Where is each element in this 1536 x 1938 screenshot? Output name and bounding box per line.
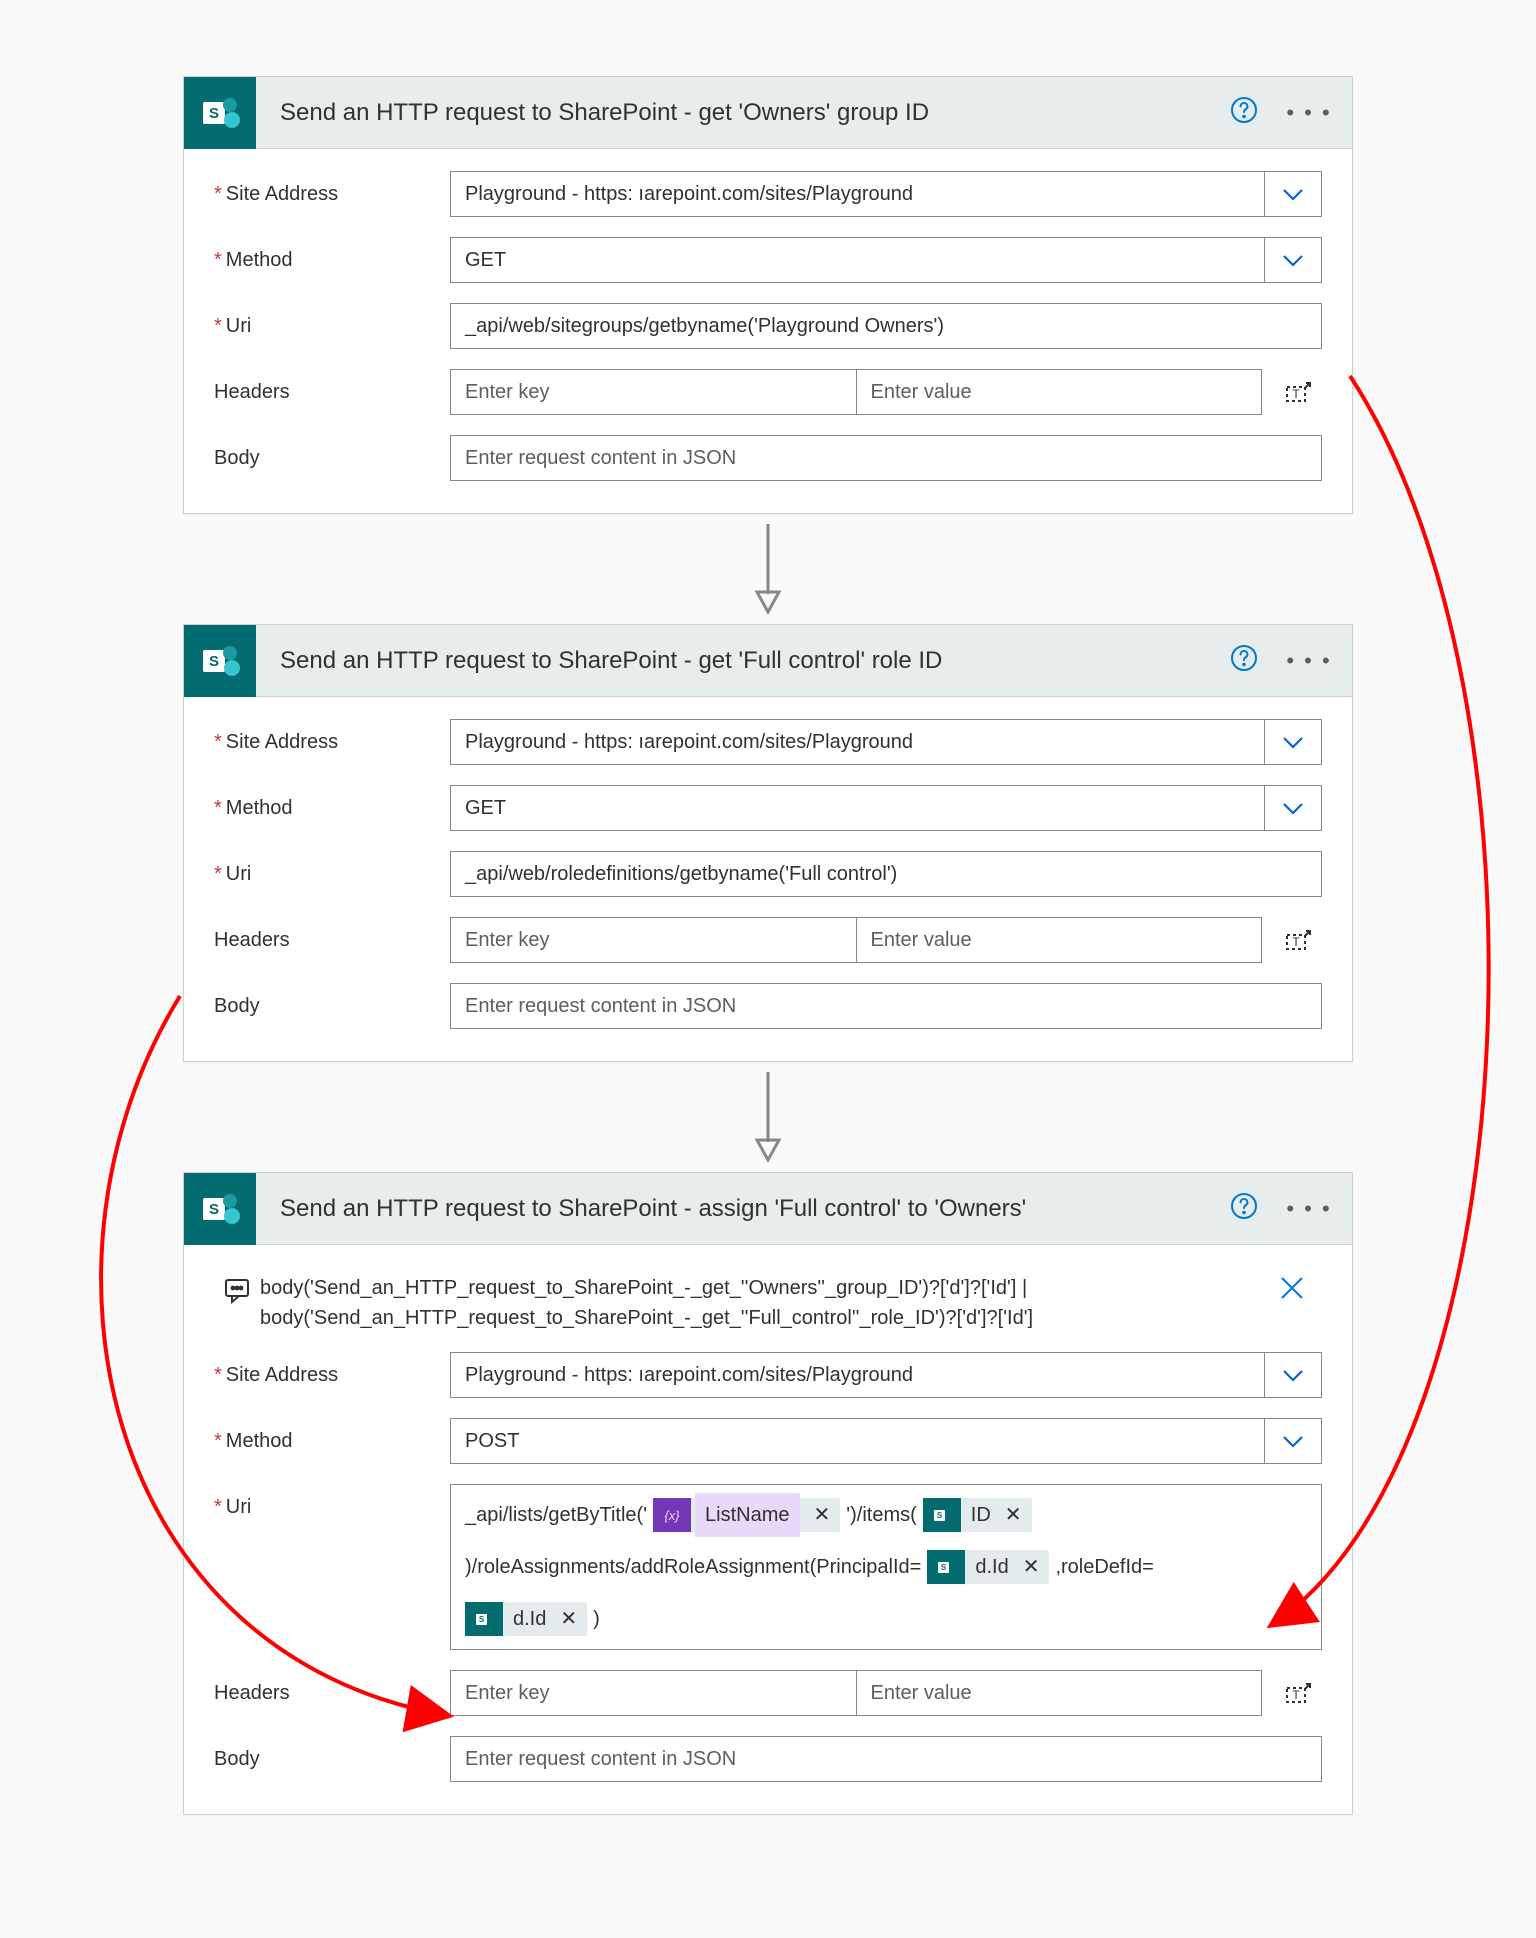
sharepoint-icon: S <box>465 1602 503 1636</box>
card-title: Send an HTTP request to SharePoint - ass… <box>256 1195 1230 1223</box>
method-dropdown[interactable]: GET <box>450 237 1264 283</box>
text-mode-toggle-icon[interactable]: T <box>1274 377 1322 407</box>
help-icon[interactable] <box>1230 96 1258 130</box>
card-title: Send an HTTP request to SharePoint - get… <box>256 99 1230 127</box>
help-icon[interactable] <box>1230 1192 1258 1226</box>
label-headers: Headers <box>214 381 450 404</box>
action-card-assign-full-control-to-owners[interactable]: S Send an HTTP request to SharePoint - a… <box>183 1172 1353 1815</box>
connector-arrow-icon <box>748 1072 788 1162</box>
label-site-address: *Site Address <box>214 1364 450 1387</box>
uri-input[interactable]: _api/lists/getByTitle(' {x} ListName ✕ '… <box>450 1484 1322 1650</box>
chevron-down-icon[interactable] <box>1264 171 1322 217</box>
peek-line-2: body('Send_an_HTTP_request_to_SharePoint… <box>260 1303 1262 1333</box>
sharepoint-icon: S <box>184 625 256 697</box>
svg-text:T: T <box>1292 1688 1300 1702</box>
header-value-input[interactable]: Enter value <box>857 1670 1263 1716</box>
svg-text:S: S <box>479 1615 485 1624</box>
chevron-down-icon[interactable] <box>1264 1418 1322 1464</box>
chevron-down-icon[interactable] <box>1264 237 1322 283</box>
sharepoint-icon: S <box>927 1550 965 1584</box>
sharepoint-icon: S <box>923 1498 961 1532</box>
label-method: *Method <box>214 249 450 272</box>
body-input[interactable]: Enter request content in JSON <box>450 435 1322 481</box>
label-body: Body <box>214 447 450 470</box>
header-value-input[interactable]: Enter value <box>857 917 1263 963</box>
close-icon[interactable] <box>1262 1273 1322 1303</box>
label-headers: Headers <box>214 1682 450 1705</box>
text-mode-toggle-icon[interactable]: T <box>1274 925 1322 955</box>
sharepoint-icon: S <box>184 1173 256 1245</box>
label-uri: *Uri <box>214 1484 450 1519</box>
method-dropdown[interactable]: POST <box>450 1418 1264 1464</box>
label-method: *Method <box>214 797 450 820</box>
uri-input[interactable]: _api/web/roledefinitions/getbyname('Full… <box>450 851 1322 897</box>
svg-text:S: S <box>209 653 219 670</box>
action-card-get-owners-group-id[interactable]: S Send an HTTP request to SharePoint - g… <box>183 76 1353 514</box>
site-address-dropdown[interactable]: Playground - https: ıarepoint.com/sites/… <box>450 719 1264 765</box>
remove-token-icon[interactable]: ✕ <box>556 1601 581 1637</box>
header-value-input[interactable]: Enter value <box>857 369 1263 415</box>
comment-icon <box>214 1273 260 1305</box>
body-input[interactable]: Enter request content in JSON <box>450 1736 1322 1782</box>
label-uri: *Uri <box>214 863 450 886</box>
header-key-input[interactable]: Enter key <box>450 369 857 415</box>
token-d-id-roledef[interactable]: S d.Id ✕ <box>465 1602 587 1636</box>
header-key-input[interactable]: Enter key <box>450 917 857 963</box>
site-address-dropdown[interactable]: Playground - https: ıarepoint.com/sites/… <box>450 1352 1264 1398</box>
text-mode-toggle-icon[interactable]: T <box>1274 1678 1322 1708</box>
label-body: Body <box>214 1748 450 1771</box>
label-headers: Headers <box>214 929 450 952</box>
remove-token-icon[interactable]: ✕ <box>810 1497 835 1533</box>
body-input[interactable]: Enter request content in JSON <box>450 983 1322 1029</box>
svg-text:S: S <box>209 105 219 122</box>
label-body: Body <box>214 995 450 1018</box>
remove-token-icon[interactable]: ✕ <box>1019 1549 1044 1585</box>
chevron-down-icon[interactable] <box>1264 719 1322 765</box>
action-card-get-full-control-role-id[interactable]: S Send an HTTP request to SharePoint - g… <box>183 624 1353 1062</box>
label-uri: *Uri <box>214 315 450 338</box>
card-header[interactable]: S Send an HTTP request to SharePoint - g… <box>184 625 1352 697</box>
connector-arrow-icon <box>748 524 788 614</box>
more-menu-icon[interactable]: • • • <box>1286 100 1332 126</box>
label-site-address: *Site Address <box>214 731 450 754</box>
label-method: *Method <box>214 1430 450 1453</box>
uri-input[interactable]: _api/web/sitegroups/getbyname('Playgroun… <box>450 303 1322 349</box>
peek-code-row: body('Send_an_HTTP_request_to_SharePoint… <box>214 1257 1322 1342</box>
card-header[interactable]: S Send an HTTP request to SharePoint - a… <box>184 1173 1352 1245</box>
card-header[interactable]: S Send an HTTP request to SharePoint - g… <box>184 77 1352 149</box>
svg-text:S: S <box>937 1511 943 1520</box>
site-address-dropdown[interactable]: Playground - https: ıarepoint.com/sites/… <box>450 171 1264 217</box>
more-menu-icon[interactable]: • • • <box>1286 1196 1332 1222</box>
svg-text:{x}: {x} <box>664 1508 680 1523</box>
remove-token-icon[interactable]: ✕ <box>1001 1497 1026 1533</box>
chevron-down-icon[interactable] <box>1264 785 1322 831</box>
svg-text:T: T <box>1292 387 1300 401</box>
header-key-input[interactable]: Enter key <box>450 1670 857 1716</box>
method-dropdown[interactable]: GET <box>450 785 1264 831</box>
sharepoint-icon: S <box>184 77 256 149</box>
svg-text:T: T <box>1292 935 1300 949</box>
token-listname[interactable]: {x} ListName ✕ <box>653 1498 840 1532</box>
expression-icon: {x} <box>653 1498 691 1532</box>
help-icon[interactable] <box>1230 644 1258 678</box>
token-id[interactable]: S ID ✕ <box>923 1498 1032 1532</box>
svg-text:S: S <box>941 1563 947 1572</box>
more-menu-icon[interactable]: • • • <box>1286 648 1332 674</box>
svg-text:S: S <box>209 1201 219 1218</box>
peek-line-1: body('Send_an_HTTP_request_to_SharePoint… <box>260 1273 1262 1303</box>
card-title: Send an HTTP request to SharePoint - get… <box>256 647 1230 675</box>
token-d-id-principal[interactable]: S d.Id ✕ <box>927 1550 1049 1584</box>
label-site-address: *Site Address <box>214 183 450 206</box>
chevron-down-icon[interactable] <box>1264 1352 1322 1398</box>
